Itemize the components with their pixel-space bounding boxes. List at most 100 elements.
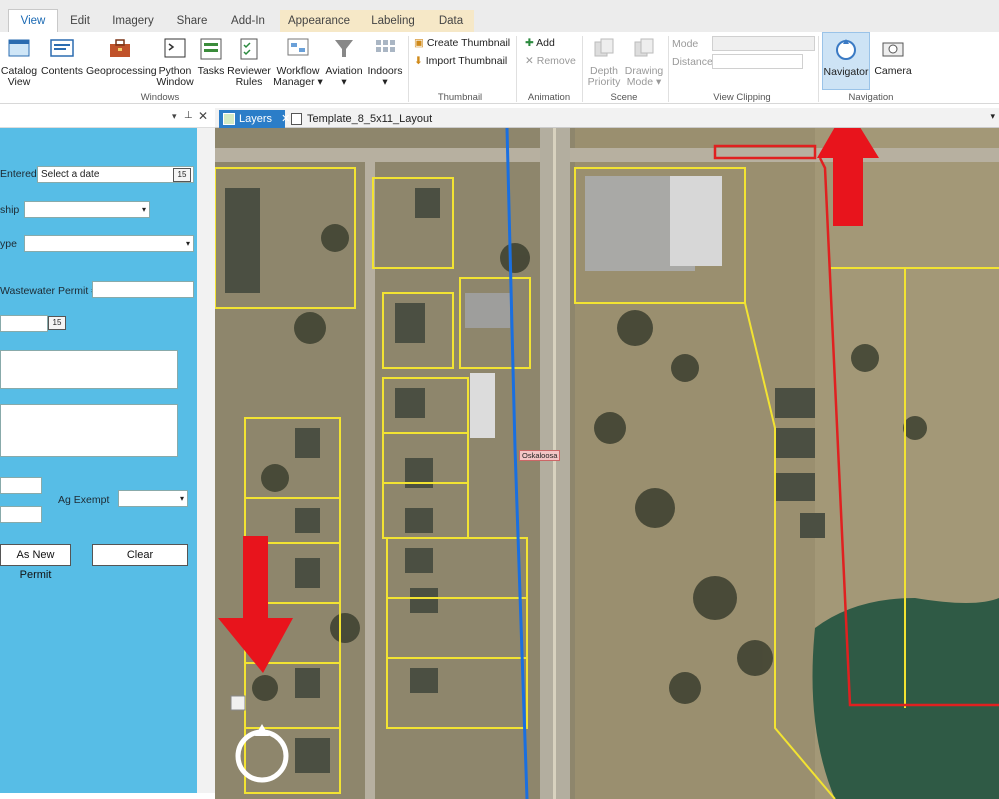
depth-priority-icon: [594, 38, 614, 57]
depth-priority-button[interactable]: Depth Priority: [586, 36, 622, 88]
east-west-road: [215, 148, 999, 162]
mode-label: Mode: [672, 38, 699, 50]
indoors-button[interactable]: Indoors ▾: [366, 36, 404, 88]
contents-label: Contents: [40, 65, 84, 77]
python-window-button[interactable]: Python Window: [156, 36, 194, 88]
tasks-label: Tasks: [197, 65, 225, 77]
clear-button[interactable]: Clear: [92, 544, 188, 566]
calendar-icon[interactable]: 15: [48, 316, 66, 330]
distance-label: Distance: [672, 56, 713, 68]
contents-button[interactable]: Contents: [40, 36, 84, 77]
permit-pane: ▾ ⊥ ✕ Entered Select a date 15 ship ▾ yp…: [0, 108, 215, 799]
ribbon-separator: [516, 36, 517, 102]
notes-textarea-2[interactable]: [0, 404, 178, 457]
geoprocessing-button[interactable]: Geoprocessing: [86, 36, 157, 77]
tab-layout[interactable]: Template_8_5x11_Layout: [287, 110, 447, 128]
tab-share[interactable]: Share: [164, 10, 220, 32]
ag-exempt-select[interactable]: ▾: [118, 490, 188, 507]
view-clipping-group-label: View Clipping: [713, 92, 771, 103]
tab-view[interactable]: View: [8, 9, 58, 32]
type-select[interactable]: ▾: [24, 235, 194, 252]
ribbon: Catalog View Contents Geoprocessing Pytho…: [0, 32, 999, 104]
ribbon-separator: [818, 36, 819, 102]
drawing-mode-button[interactable]: Drawing Mode ▾: [624, 36, 664, 88]
tasks-button[interactable]: Tasks: [196, 36, 226, 77]
pane-options-icon[interactable]: ▾: [172, 111, 177, 122]
save-as-new-permit-button[interactable]: As New Permit: [0, 544, 71, 581]
chevron-down-icon: ▾: [179, 494, 184, 503]
permit-form: Entered Select a date 15 ship ▾ ype ▾ Wa…: [0, 128, 197, 793]
create-thumbnail-button[interactable]: ▣ Create Thumbnail: [414, 37, 510, 49]
chevron-down-icon[interactable]: ▾: [990, 111, 995, 122]
entered-label: Entered: [0, 168, 37, 180]
notes-textarea-1[interactable]: [0, 350, 178, 389]
reviewer-rules-button[interactable]: Reviewer Rules: [227, 36, 271, 88]
tab-data[interactable]: Data: [428, 10, 474, 32]
navigator-label: Navigator: [823, 66, 869, 78]
workflow-manager-icon: [287, 38, 309, 56]
township-select[interactable]: ▾: [24, 201, 150, 218]
indoors-icon: [376, 40, 395, 52]
layers-tab-label: Layers: [239, 113, 273, 125]
remove-animation-button[interactable]: ✕ Remove: [525, 55, 576, 67]
date-entered-field[interactable]: Select a date: [37, 166, 194, 183]
tab-layers-map[interactable]: Layers ✕: [219, 110, 290, 128]
tab-appearance[interactable]: Appearance: [280, 10, 358, 32]
reviewer-rules-icon: [240, 38, 258, 60]
aviation-button[interactable]: Aviation ▾: [324, 36, 364, 88]
workflow-manager-button[interactable]: Workflow Manager ▾: [273, 36, 323, 88]
pane-scrollbar[interactable]: [197, 128, 215, 793]
township-label: ship: [0, 204, 20, 216]
road-label: Oskaloosa: [519, 450, 561, 461]
pane-header: ▾ ⊥ ✕: [0, 108, 215, 128]
calendar-icon[interactable]: 15: [173, 168, 191, 182]
distance-input[interactable]: [712, 54, 803, 69]
tab-add-in[interactable]: Add-In: [220, 10, 276, 32]
small-input-2[interactable]: [0, 506, 42, 523]
toolbox-icon: [110, 39, 130, 57]
python-window-label: Python Window: [156, 65, 194, 88]
ribbon-separator: [582, 36, 583, 102]
chevron-down-icon: ▾: [185, 239, 190, 248]
scene-group-label: Scene: [610, 92, 638, 103]
create-thumbnail-icon: ▣: [414, 37, 424, 49]
navigator-button[interactable]: Navigator: [822, 32, 870, 90]
tasks-icon: [200, 38, 222, 60]
mode-select[interactable]: [712, 36, 815, 51]
ribbon-tab-bar: View Edit Imagery Share Add-In Appearanc…: [0, 0, 999, 32]
add-label: Add: [536, 37, 555, 49]
date-entered-placeholder: Select a date: [41, 169, 100, 180]
navigation-group-label: Navigation: [848, 92, 894, 103]
warehouse-building: [670, 176, 722, 266]
wastewater-permit-input[interactable]: [92, 281, 194, 298]
tab-imagery[interactable]: Imagery: [102, 10, 164, 32]
small-input-1[interactable]: [0, 477, 42, 494]
layout-icon: [291, 113, 302, 125]
import-thumbnail-button[interactable]: ⬇ Import Thumbnail: [414, 55, 507, 67]
tab-labeling[interactable]: Labeling: [358, 10, 428, 32]
date-field-2[interactable]: [0, 315, 48, 332]
windows-group-label: Windows: [140, 92, 180, 103]
aviation-label: Aviation ▾: [325, 65, 363, 88]
camera-icon: [882, 42, 904, 57]
wastewater-permit-label: Wastewater Permit #: [0, 285, 98, 297]
type-label: ype: [0, 238, 17, 250]
catalog-view-button[interactable]: Catalog View: [0, 36, 38, 88]
ag-exempt-label: Ag Exempt: [58, 494, 110, 506]
map-view[interactable]: Oskaloosa: [215, 128, 999, 799]
camera-label: Camera: [874, 65, 912, 77]
small-map-button[interactable]: [230, 695, 246, 711]
contents-icon: [50, 39, 74, 57]
geoprocessing-label: Geoprocessing: [86, 65, 157, 77]
camera-button[interactable]: Camera: [872, 36, 914, 77]
add-icon: ✚: [525, 37, 534, 49]
pane-close-icon[interactable]: ✕: [198, 109, 208, 123]
ribbon-separator: [408, 36, 409, 102]
thumbnail-group-label: Thumbnail: [437, 92, 483, 103]
ribbon-separator: [668, 36, 669, 102]
indoors-label: Indoors ▾: [367, 65, 403, 88]
tab-edit[interactable]: Edit: [58, 10, 102, 32]
pane-pin-icon[interactable]: ⊥: [184, 110, 193, 121]
add-animation-button[interactable]: ✚ Add: [525, 37, 555, 49]
navigator-icon: [836, 39, 856, 60]
